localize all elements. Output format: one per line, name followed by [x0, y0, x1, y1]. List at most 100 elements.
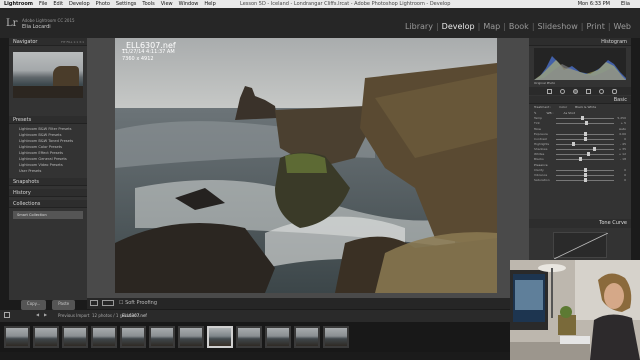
photo-landscape	[115, 38, 497, 293]
slider-value[interactable]: + 12	[619, 152, 626, 156]
presets-header[interactable]: Presets	[9, 116, 87, 124]
slider-knob[interactable]	[583, 137, 587, 141]
filmstrip-thumbnail[interactable]	[120, 326, 146, 348]
filmstrip-thumbnail[interactable]	[33, 326, 59, 348]
menu-settings[interactable]: Settings	[116, 1, 137, 7]
slider-knob[interactable]	[583, 173, 587, 177]
slider-knob[interactable]	[580, 116, 584, 120]
filmstrip-thumbnail[interactable]	[91, 326, 117, 348]
loupe-view-icon[interactable]	[90, 300, 98, 306]
grid-view-icon[interactable]	[4, 312, 10, 318]
module-develop[interactable]: Develop	[439, 22, 478, 31]
slider-knob[interactable]	[571, 142, 575, 146]
slider-value[interactable]: 0	[624, 137, 626, 141]
slider-value[interactable]: 0	[624, 168, 626, 172]
slider-saturation[interactable]: Saturation 0	[534, 178, 626, 183]
menu-photo[interactable]: Photo	[96, 1, 110, 7]
paste-button[interactable]: Paste	[52, 300, 76, 310]
filmstrip-thumbnail[interactable]	[178, 326, 204, 348]
slider-track[interactable]	[556, 144, 614, 145]
preset-folder[interactable]: User Presets	[13, 168, 83, 174]
slider-label: Vibrance	[534, 173, 548, 177]
back-arrow-icon[interactable]: ◀	[36, 312, 39, 317]
slider-knob[interactable]	[578, 157, 582, 161]
slider-value[interactable]: + 5	[621, 121, 626, 125]
graduated-filter-icon[interactable]	[586, 88, 591, 94]
slider-knob[interactable]	[583, 132, 587, 136]
basic-header[interactable]: Basic	[529, 96, 631, 104]
module-map[interactable]: Map	[480, 22, 503, 31]
slider-value[interactable]: 5,250	[617, 116, 626, 120]
slider-knob[interactable]	[592, 147, 596, 151]
navigator-preview[interactable]	[13, 52, 83, 98]
wb-select[interactable]: As Shot	[564, 111, 575, 115]
slider-label: Contrast	[534, 137, 547, 141]
treatment-bw[interactable]: Black & White	[575, 105, 596, 109]
spot-removal-icon[interactable]	[560, 88, 565, 94]
menu-file[interactable]: File	[39, 1, 47, 7]
slider-knob[interactable]	[583, 168, 587, 172]
slider-tint[interactable]: Tint + 5	[534, 121, 626, 126]
slider-value[interactable]: - 18	[620, 157, 626, 161]
slider-value[interactable]: + 35	[619, 147, 626, 151]
module-library[interactable]: Library	[402, 22, 436, 31]
smart-collection-item[interactable]: Smart Collection	[13, 211, 83, 219]
slider-value[interactable]: - 45	[620, 142, 626, 146]
histogram-chart[interactable]	[534, 48, 626, 80]
tone-auto-button[interactable]: Auto	[619, 127, 626, 131]
slider-value[interactable]: 0	[624, 173, 626, 177]
filmstrip-thumbnail[interactable]	[236, 326, 262, 348]
menu-view[interactable]: View	[161, 1, 173, 7]
menu-edit[interactable]: Edit	[53, 1, 63, 7]
copy-button[interactable]: Copy...	[20, 300, 47, 310]
filmstrip-thumbnail[interactable]	[149, 326, 175, 348]
slider-knob[interactable]	[583, 178, 587, 182]
red-eye-icon[interactable]	[573, 88, 578, 94]
forward-arrow-icon[interactable]: ▶	[44, 312, 47, 317]
module-slideshow[interactable]: Slideshow	[535, 22, 581, 31]
menu-tools[interactable]: Tools	[142, 1, 154, 7]
navigator-header[interactable]: Navigator FIT FILL 1:1 3:1	[9, 38, 87, 46]
module-book[interactable]: Book	[506, 22, 532, 31]
slider-knob[interactable]	[586, 152, 590, 156]
history-header[interactable]: History	[9, 189, 87, 197]
slider-track[interactable]	[556, 149, 614, 150]
filmstrip-thumbnail[interactable]	[4, 326, 30, 348]
filmstrip-thumbnail[interactable]	[265, 326, 291, 348]
slider-knob[interactable]	[584, 121, 588, 125]
filmstrip-thumbnail[interactable]	[207, 326, 233, 348]
filmstrip-thumbnail[interactable]	[62, 326, 88, 348]
eyedropper-icon[interactable]: ✎	[534, 111, 537, 115]
filmstrip-thumbnail[interactable]	[294, 326, 320, 348]
radial-filter-icon[interactable]	[599, 88, 604, 94]
navigator-modes[interactable]: FIT FILL 1:1 3:1	[61, 38, 87, 46]
main-photo[interactable]: _ELL6307.nef 11/27/14 4:11:37 AM 7360 x …	[115, 38, 497, 293]
tone-curve-graph[interactable]	[553, 232, 609, 260]
collections-header[interactable]: Collections	[9, 200, 87, 208]
adjustment-brush-icon[interactable]	[612, 88, 617, 94]
tone-curve-panel[interactable]	[529, 228, 631, 260]
user-name[interactable]: Elia	[621, 1, 630, 7]
snapshots-header[interactable]: Snapshots	[9, 178, 87, 186]
menu-develop[interactable]: Develop	[69, 1, 90, 7]
app-menu[interactable]: Lightroom	[4, 1, 33, 7]
slider-blacks[interactable]: Blacks - 18	[534, 157, 626, 162]
tone-curve-header[interactable]: Tone Curve	[529, 219, 631, 228]
module-web[interactable]: Web	[611, 22, 634, 31]
slider-value[interactable]: 0	[624, 178, 626, 182]
slider-value[interactable]: 0.00	[619, 132, 626, 136]
histogram-header[interactable]: Histogram	[529, 38, 631, 46]
slider-track[interactable]	[556, 118, 614, 119]
crop-tool-icon[interactable]	[547, 88, 552, 94]
module-print[interactable]: Print	[583, 22, 607, 31]
soft-proofing-toggle[interactable]: ☐ Soft Proofing	[119, 300, 157, 306]
slider-track[interactable]	[556, 159, 614, 160]
previous-import-label[interactable]: Previous Import	[58, 313, 89, 318]
slider-track[interactable]	[556, 154, 614, 155]
left-panel: Navigator FIT FILL 1:1 3:1 Presets Light…	[9, 38, 87, 300]
filmstrip-thumbnail[interactable]	[323, 326, 349, 348]
menu-help[interactable]: Help	[204, 1, 215, 7]
before-after-icon[interactable]	[102, 300, 114, 306]
treatment-color[interactable]: Color	[559, 105, 567, 109]
menu-window[interactable]: Window	[179, 1, 199, 7]
